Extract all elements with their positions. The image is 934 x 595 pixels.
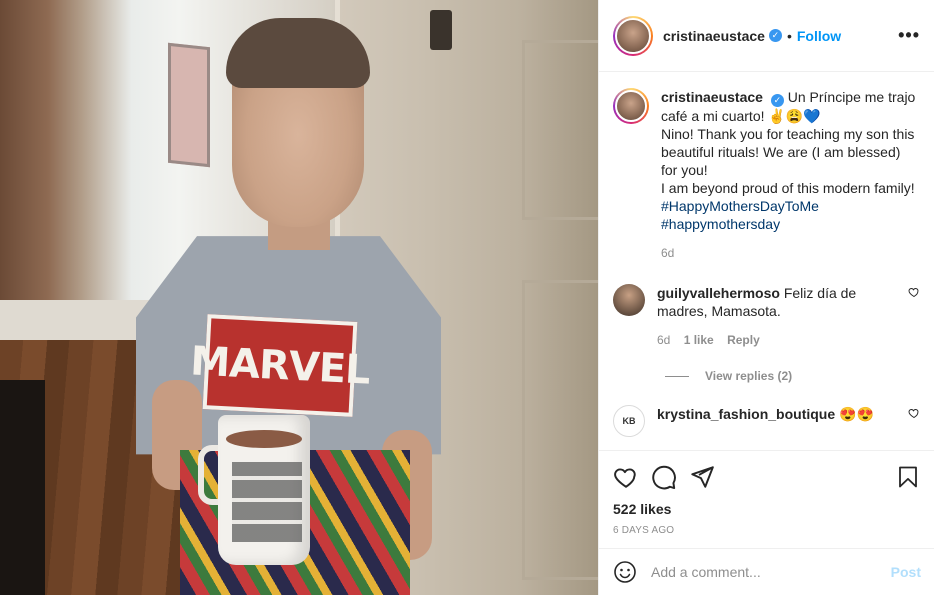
dark-furniture xyxy=(0,380,45,595)
author-username[interactable]: cristinaeustace xyxy=(663,28,765,44)
reply-button[interactable]: Reply xyxy=(727,333,760,347)
post-header: cristinaeustace ✓ • Follow ••• xyxy=(599,0,934,72)
caption-body: cristinaeustace ✓ Un Príncipe me trajo c… xyxy=(661,88,920,262)
commenter-avatar[interactable]: KB xyxy=(613,405,645,437)
comments-section[interactable]: cristinaeustace ✓ Un Príncipe me trajo c… xyxy=(599,72,934,450)
caption-line: I am beyond proud of this modern family! xyxy=(661,180,915,196)
caption-line: Nino! Thank you for teaching my son this… xyxy=(661,126,915,178)
author-avatar[interactable] xyxy=(613,15,653,56)
comment-text: 😍😍 xyxy=(839,406,874,422)
comment-body: guilyvallehermoso Feliz día de madres, M… xyxy=(657,284,900,349)
follow-button[interactable]: Follow xyxy=(797,28,841,44)
comment: KB krystina_fashion_boutique 😍😍 xyxy=(613,405,920,437)
comment-body: krystina_fashion_boutique 😍😍 xyxy=(657,405,900,423)
shirt-logo: MARVEL xyxy=(189,314,371,417)
boy-hair xyxy=(226,18,370,88)
caption: cristinaeustace ✓ Un Príncipe me trajo c… xyxy=(613,88,920,262)
post-image[interactable]: MARVEL xyxy=(0,0,598,595)
verified-icon: ✓ xyxy=(770,94,784,107)
door-panel xyxy=(522,280,598,580)
caption-username[interactable]: cristinaeustace xyxy=(661,89,763,105)
comment-like-icon[interactable] xyxy=(908,286,920,301)
heart-icon[interactable] xyxy=(613,464,639,490)
caption-meta: 6d xyxy=(661,244,920,262)
comment-icon[interactable] xyxy=(651,464,677,490)
comment-username[interactable]: krystina_fashion_boutique xyxy=(657,406,835,422)
post-actions: 522 likes 6 DAYS AGO xyxy=(599,450,934,548)
comment-likes[interactable]: 1 like xyxy=(684,333,714,347)
wall-frame xyxy=(168,42,210,168)
post-button[interactable]: Post xyxy=(891,564,921,580)
mug-print xyxy=(232,462,302,542)
action-icons xyxy=(613,457,920,497)
comment: guilyvallehermoso Feliz día de madres, M… xyxy=(613,284,920,349)
door-panel xyxy=(522,40,598,220)
caption-age: 6d xyxy=(661,246,675,260)
hashtag-link[interactable]: #happymothersday xyxy=(661,215,920,233)
share-icon[interactable] xyxy=(689,464,715,490)
hashtag-link[interactable]: #HappyMothersDayToMe xyxy=(661,197,920,215)
post-sidebar: cristinaeustace ✓ • Follow ••• cristinae… xyxy=(598,0,934,595)
comment-age: 6d xyxy=(657,333,671,347)
separator-dot: • xyxy=(786,27,792,44)
comment-input[interactable] xyxy=(651,564,891,580)
more-options-icon[interactable]: ••• xyxy=(898,25,920,46)
bookmark-icon[interactable] xyxy=(896,464,920,490)
commenter-avatar[interactable] xyxy=(613,284,645,316)
comment-username[interactable]: guilyvallehermoso xyxy=(657,285,780,301)
coffee xyxy=(226,430,302,448)
comment-like-icon[interactable] xyxy=(908,407,920,422)
caption-avatar[interactable] xyxy=(613,88,649,124)
post-date[interactable]: 6 DAYS AGO xyxy=(613,525,920,536)
comment-meta: 6d 1 like Reply xyxy=(657,331,900,349)
verified-icon: ✓ xyxy=(768,29,782,42)
likes-count[interactable]: 522 likes xyxy=(613,501,920,517)
add-comment-bar: Post xyxy=(599,548,934,595)
emoji-icon[interactable] xyxy=(613,560,637,584)
door-hinge xyxy=(430,10,452,50)
view-replies-button[interactable]: View replies (2) xyxy=(665,369,920,383)
